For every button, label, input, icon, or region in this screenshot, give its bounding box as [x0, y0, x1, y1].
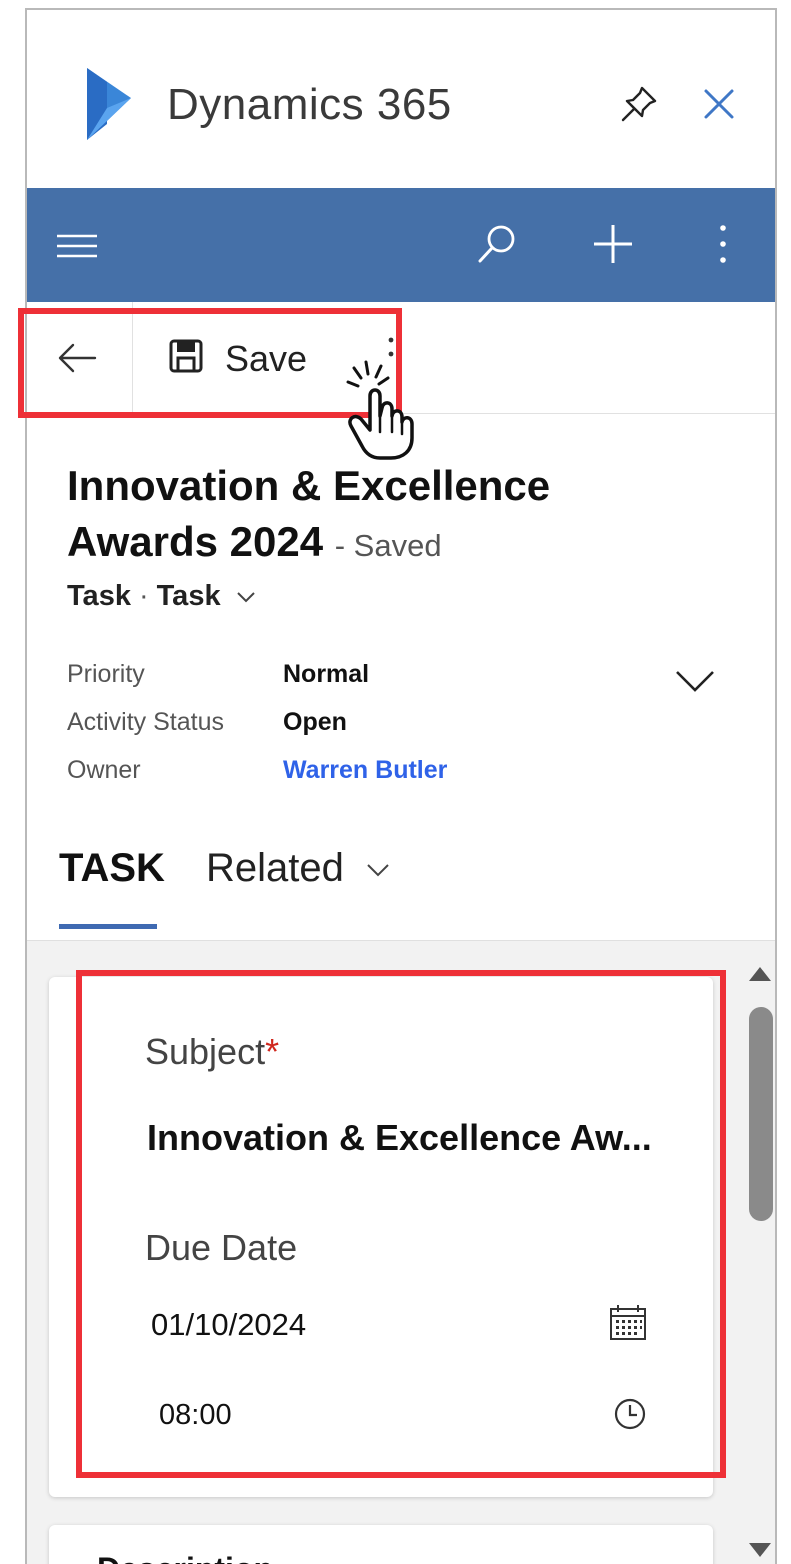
header-fields: Priority Normal Activity Status Open Own… — [67, 650, 447, 794]
field-owner: Owner Warren Butler — [67, 746, 447, 794]
record-title: Innovation & Excellence Awards 2024 - Sa… — [67, 458, 707, 574]
tab-related-label: Related — [206, 846, 344, 890]
chevron-down-icon — [367, 864, 389, 877]
close-icon[interactable] — [697, 82, 741, 126]
app-title: Dynamics 365 — [167, 80, 452, 129]
pin-icon[interactable] — [617, 82, 661, 126]
separator-dot: · — [138, 580, 149, 612]
field-value: Normal — [283, 659, 370, 688]
dynamics-logo — [87, 68, 131, 140]
chevron-down-icon — [236, 592, 255, 603]
field-value: Open — [283, 707, 347, 736]
plus-icon[interactable] — [589, 220, 637, 268]
top-nav-bar — [27, 188, 775, 302]
record-name: Innovation & Excellence Awards 2024 — [67, 462, 551, 565]
scroll-down-arrow-icon[interactable] — [747, 1541, 773, 1559]
field-priority: Priority Normal — [67, 650, 447, 698]
form-name: Task — [156, 580, 221, 612]
app-header: Dynamics 365 — [27, 10, 775, 188]
field-label: Activity Status — [67, 707, 224, 736]
description-label: Description — [97, 1551, 273, 1564]
scroll-up-arrow-icon[interactable] — [747, 965, 773, 983]
expand-header-chevron-icon[interactable] — [673, 666, 717, 696]
owner-link[interactable]: Warren Butler — [283, 756, 447, 785]
highlight-task-card — [76, 970, 726, 1478]
tab-task[interactable]: TASK — [59, 846, 165, 891]
more-vertical-icon[interactable] — [703, 220, 743, 268]
active-tab-indicator — [59, 924, 157, 929]
scrollbar-thumb[interactable] — [749, 1007, 773, 1221]
save-status: - Saved — [334, 528, 442, 563]
pointer-hand-icon — [346, 360, 414, 460]
search-icon[interactable] — [473, 220, 521, 268]
field-label: Owner — [67, 755, 141, 784]
field-activity-status: Activity Status Open — [67, 698, 447, 746]
hamburger-menu-icon[interactable] — [55, 226, 99, 266]
tab-related[interactable]: Related — [206, 846, 391, 891]
field-label: Priority — [67, 659, 145, 688]
description-card: Description — [49, 1525, 713, 1564]
record-type-selector[interactable]: Task · Task — [67, 580, 257, 613]
entity-name: Task — [67, 580, 131, 612]
